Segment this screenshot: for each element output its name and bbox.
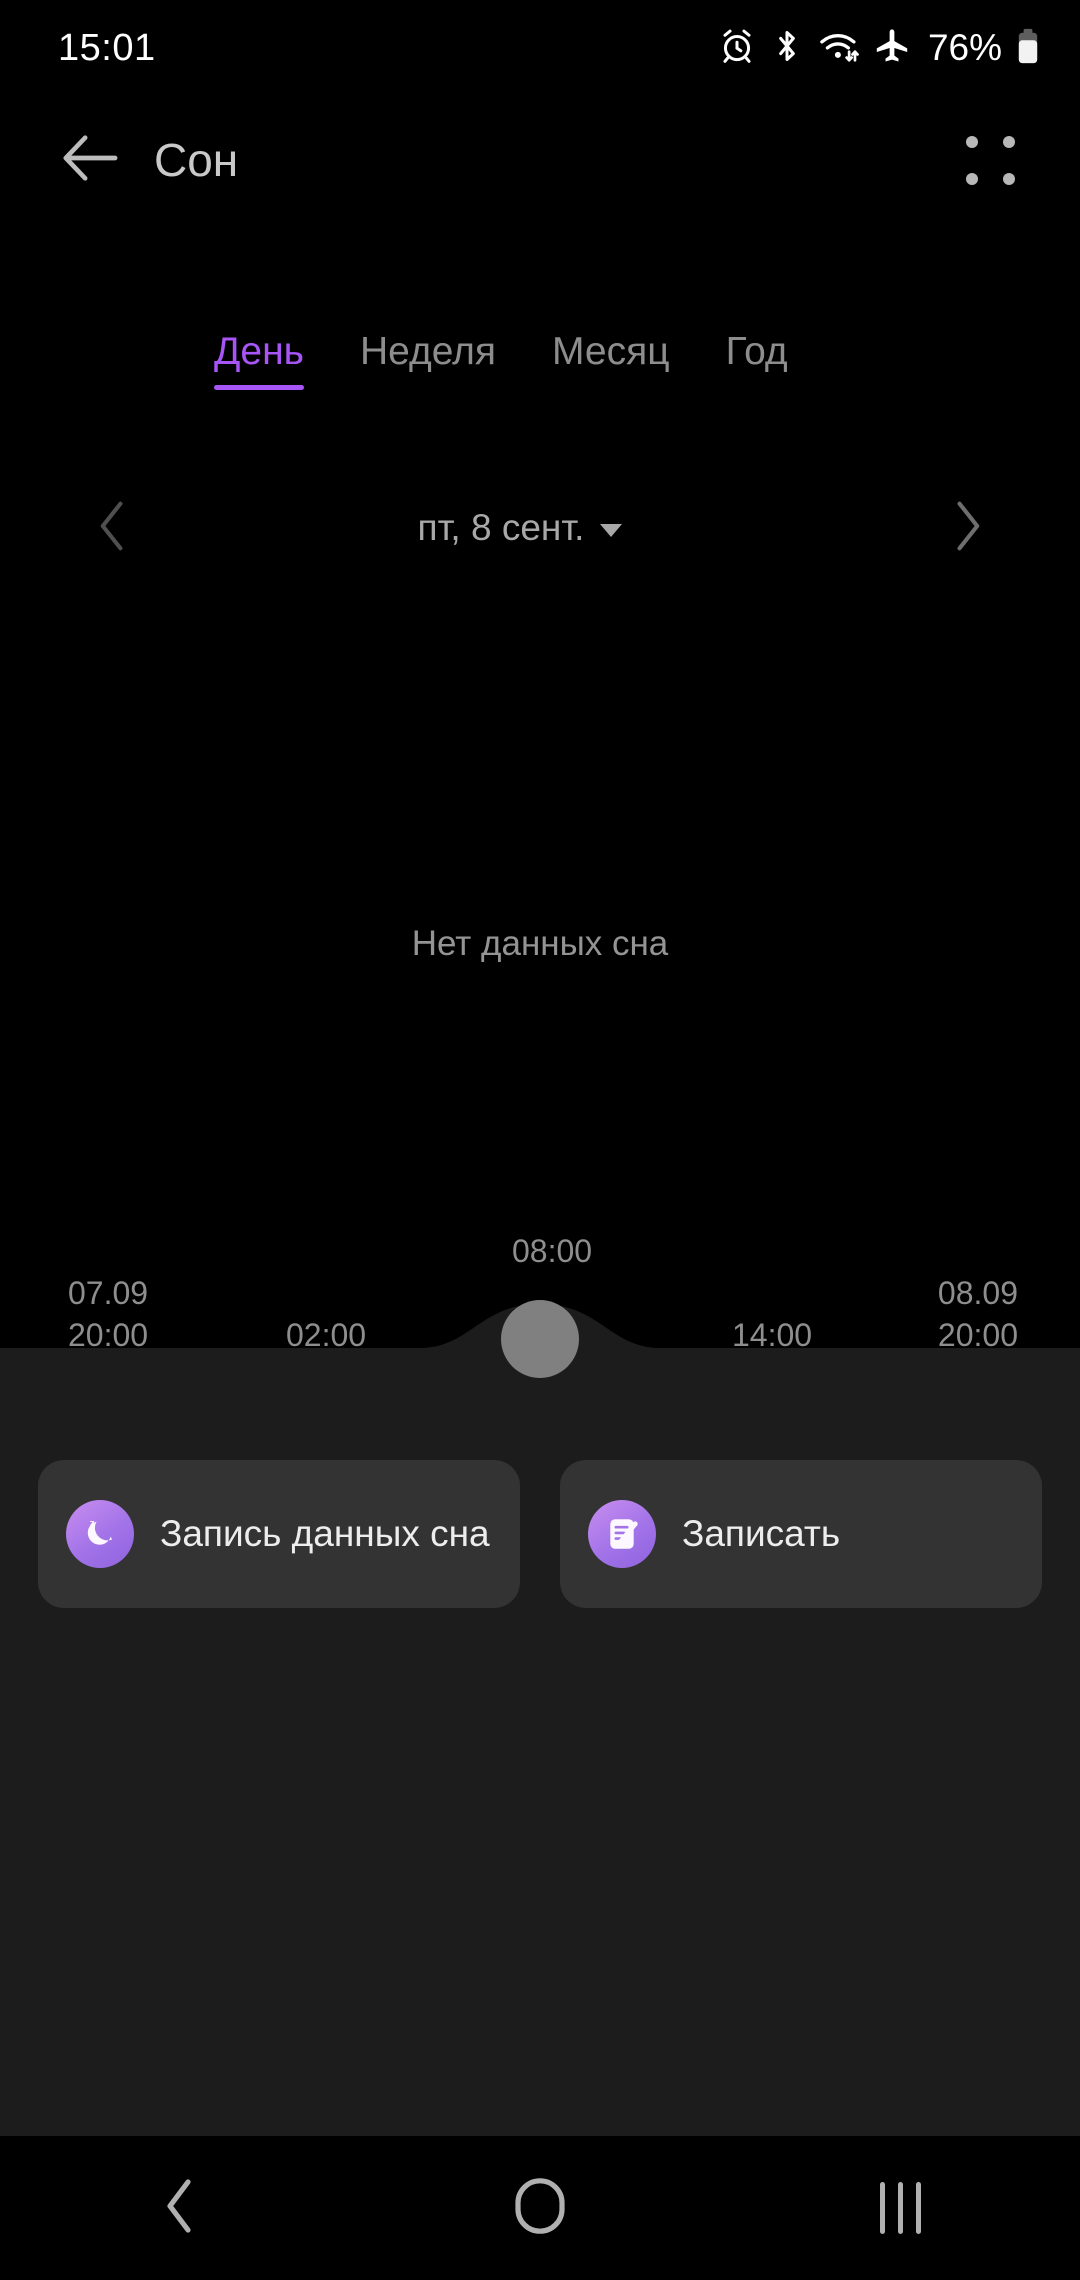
system-navigation-bar — [0, 2136, 1080, 2280]
write-note-label: Записать — [682, 1513, 841, 1554]
record-sleep-data-button[interactable]: z Запись данных сна — [38, 1460, 520, 1608]
nav-recents-button[interactable] — [820, 2136, 980, 2280]
record-sleep-data-label: Запись данных сна — [160, 1513, 490, 1554]
nav-home-button[interactable] — [460, 2136, 620, 2280]
bottom-sheet: z Запись данных сна Записать — [0, 1300, 1080, 2136]
nav-back-icon — [160, 2176, 200, 2241]
write-note-button[interactable]: Записать — [560, 1460, 1042, 1608]
note-edit-icon — [588, 1500, 656, 1568]
nav-back-button[interactable] — [100, 2136, 260, 2280]
nav-home-icon — [512, 2176, 568, 2241]
sleep-chart: Нет данных сна — [0, 0, 1080, 1270]
nav-recents-icon — [879, 2182, 921, 2234]
svg-text:z: z — [90, 1518, 95, 1529]
action-buttons-row: z Запись данных сна Записать — [0, 1460, 1080, 1608]
sleep-moon-icon: z — [66, 1500, 134, 1568]
app-screen: 15:01 76% Сон День Неделя Месяц Год пт, … — [0, 0, 1080, 2280]
empty-state-message: Нет данных сна — [411, 924, 669, 963]
axis-tick-0800: 08:00 — [512, 1233, 593, 1269]
sheet-drag-handle[interactable] — [501, 1300, 579, 1378]
